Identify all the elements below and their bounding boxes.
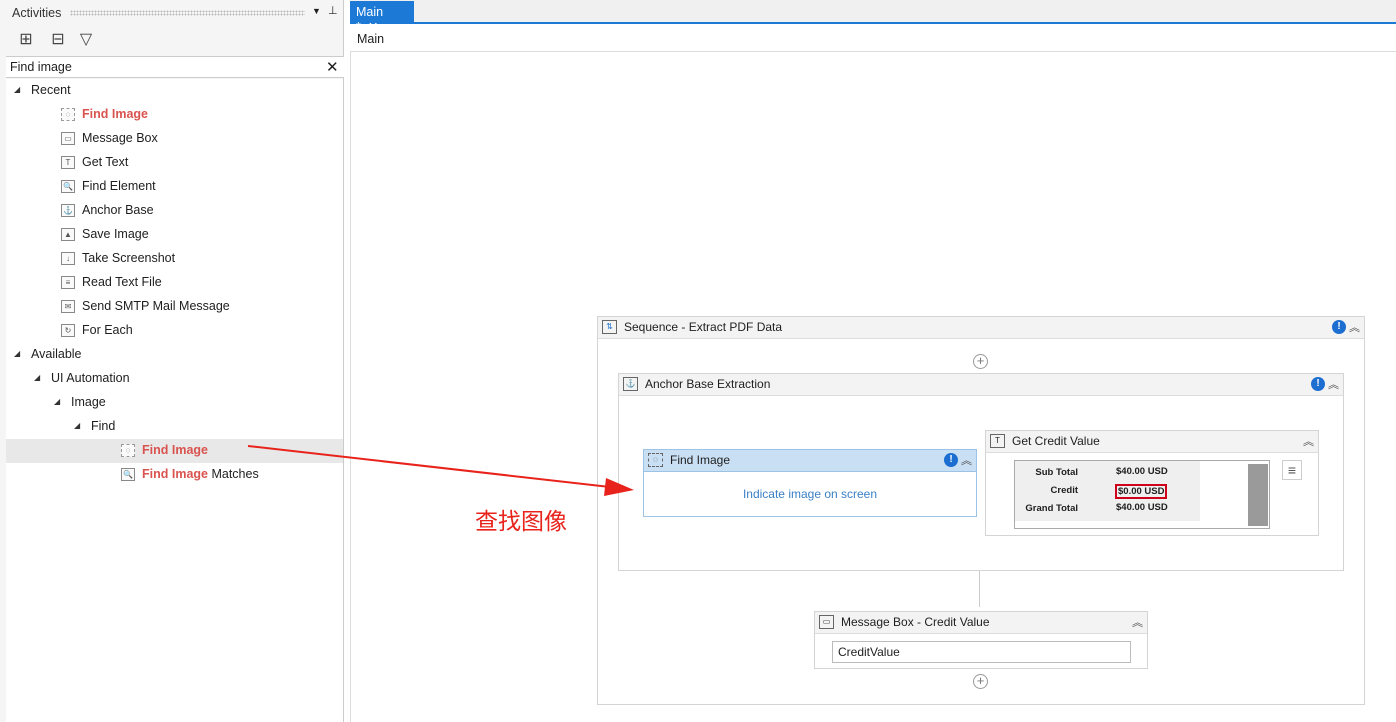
annotation-label: 查找图像 [475, 508, 567, 534]
annotation-arrow [247, 445, 634, 496]
